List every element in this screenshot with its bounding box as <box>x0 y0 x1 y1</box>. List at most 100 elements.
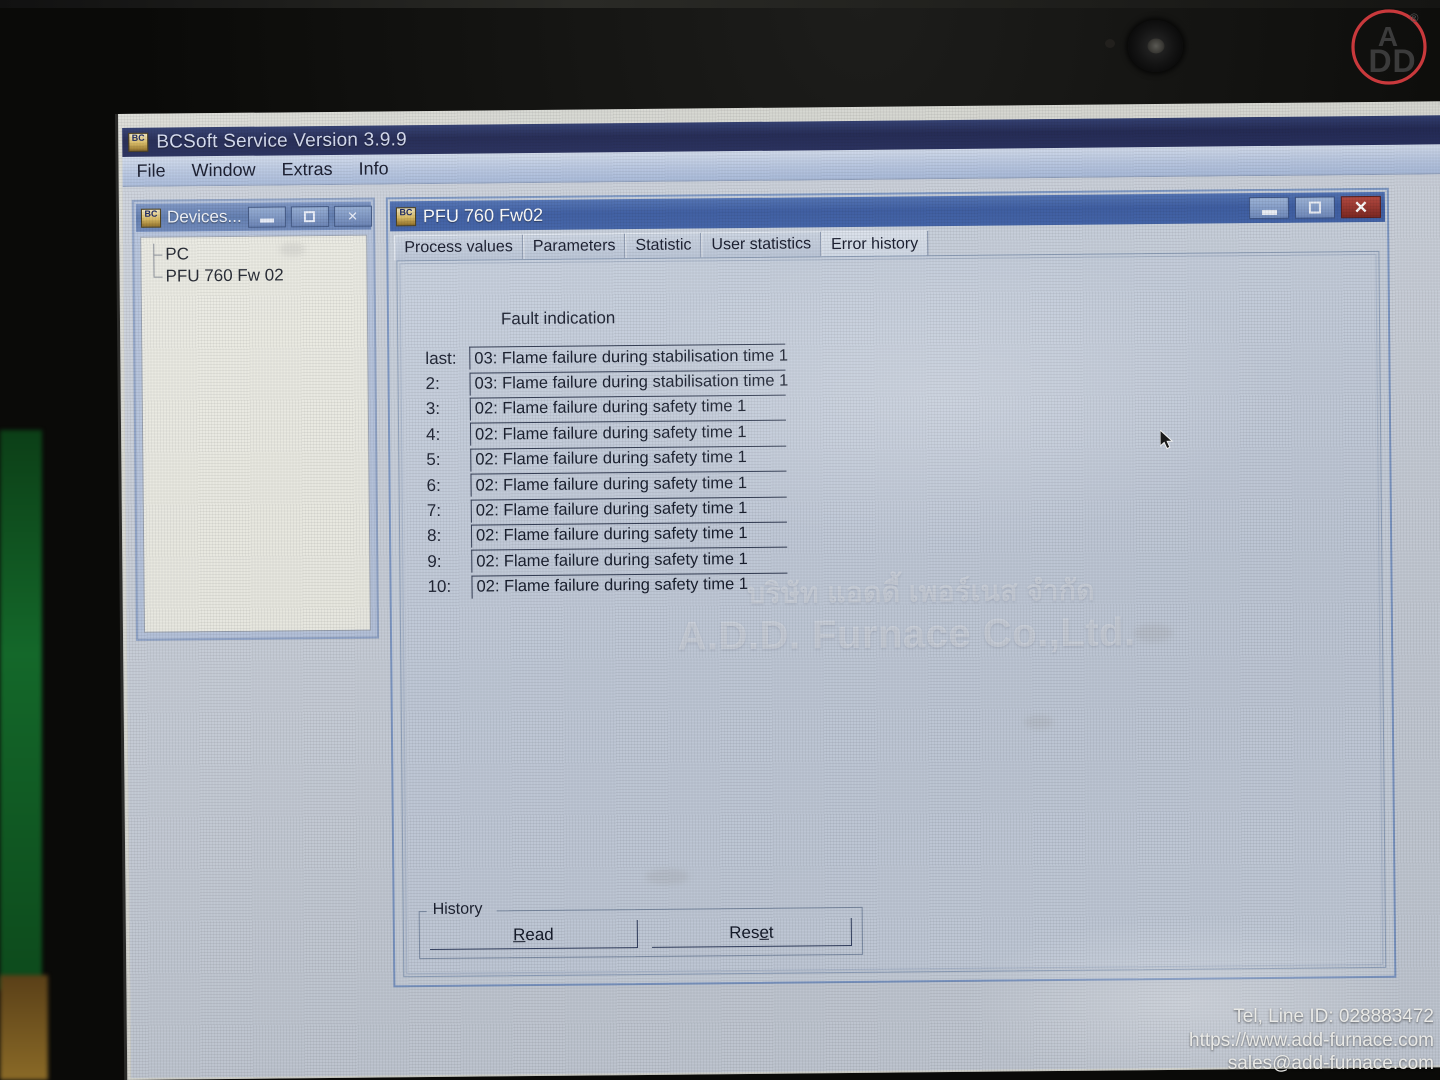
maximize-button[interactable] <box>1294 196 1336 219</box>
error-text-field[interactable]: 02: Flame failure during safety time 1 <box>470 470 787 497</box>
reset-button-label-suffix: t <box>768 922 774 942</box>
error-history-inner-frame: Fault indication last: 03: Flame failure… <box>399 253 1384 975</box>
pfu-window-title: PFU 760 Fw02 <box>422 204 544 226</box>
devices-window-title: Devices... <box>166 206 242 227</box>
application-title: BCSoft Service Version 3.9.9 <box>156 128 407 153</box>
pfu-titlebar[interactable]: BC PFU 760 Fw02 ✕ <box>389 191 1386 232</box>
contact-email: sales@add-furnace.com <box>1227 1053 1434 1075</box>
add-logo: A D D ® <box>1346 2 1432 88</box>
close-button[interactable]: ✕ <box>333 205 372 227</box>
error-text-field[interactable]: 02: Flame failure during safety time 1 <box>470 496 787 523</box>
table-row: 5: 02: Flame failure during safety time … <box>414 444 787 473</box>
watermark-line-thai: บริษัท แอดดี้ เพอร์เนส จำกัด <box>747 574 1096 609</box>
bcsoft-icon: BC <box>128 132 149 152</box>
webcam-led-icon <box>1105 39 1115 48</box>
contact-website: https://www.add-furnace.com <box>1189 1029 1434 1051</box>
fault-indication-label: Fault indication <box>500 308 616 329</box>
close-icon: ✕ <box>1353 197 1369 217</box>
contact-phone: Tel, Line ID: 028883472 <box>1233 1006 1434 1028</box>
tree-item-pfu-760-fw-02[interactable]: PFU 760 Fw 02 <box>151 255 366 288</box>
read-button[interactable]: Read <box>429 920 639 951</box>
close-button[interactable]: ✕ <box>1340 195 1382 219</box>
error-history-list: last: 03: Flame failure during stabilisa… <box>413 343 788 600</box>
bezel-top-edge <box>0 0 1440 8</box>
error-index-label: 6: <box>426 475 441 495</box>
minimize-icon <box>259 218 274 223</box>
table-row: 3: 02: Flame failure during safety time … <box>414 393 786 422</box>
bcsoft-icon: BC <box>395 206 417 226</box>
watermark-line-english: A.D.D. Furnace Co.,Ltd. <box>677 610 1136 659</box>
contact-overlay: Tel, Line ID: 028883472 https://www.add-… <box>1189 1005 1434 1076</box>
error-text-field[interactable]: 02: Flame failure during safety time 1 <box>471 546 788 573</box>
tab-statistic[interactable]: Statistic <box>625 232 702 259</box>
mouse-cursor <box>1159 428 1176 452</box>
bcsoft-icon: BC <box>140 208 162 228</box>
maximize-icon <box>304 210 316 222</box>
error-index-label: 2: <box>425 374 440 394</box>
menu-item-file[interactable]: File <box>136 161 165 182</box>
tab-user-statistics[interactable]: User statistics <box>701 231 822 258</box>
error-text-field[interactable]: 03: Flame failure during stabilisation t… <box>469 343 788 370</box>
application-window: BC BCSoft Service Version 3.9.9 File Win… <box>122 115 1440 1078</box>
tree-elbow-icon <box>151 255 165 288</box>
reset-button[interactable]: Reset <box>651 917 853 948</box>
menu-item-extras[interactable]: Extras <box>281 159 332 180</box>
error-index-label: 7: <box>426 500 442 521</box>
error-text-field[interactable]: 02: Flame failure during safety time 1 <box>469 419 787 446</box>
tree-item-label: PC <box>165 244 190 264</box>
minimize-button[interactable] <box>1248 196 1290 220</box>
table-row: 8: 02: Flame failure during safety time … <box>415 520 788 549</box>
error-text-field[interactable]: 02: Flame failure during safety time 1 <box>470 445 787 472</box>
mdi-client-area: BC Devices... ✕ PC PFU 760 Fw 02 BC PFU … <box>122 174 1440 1078</box>
error-text-field[interactable]: 03: Flame failure during stabilisation t… <box>469 369 788 396</box>
error-index-label: 8: <box>426 526 442 546</box>
menu-item-info[interactable]: Info <box>359 158 389 179</box>
menu-item-window[interactable]: Window <box>191 160 255 182</box>
pfu-device-window: BC PFU 760 Fw02 ✕ Process values Paramet… <box>385 187 1397 988</box>
table-row: 9: 02: Flame failure during safety time … <box>415 546 788 575</box>
webcam-icon <box>1128 20 1183 72</box>
table-row: 7: 02: Flame failure during safety time … <box>415 495 787 524</box>
error-history-panel: Fault indication last: 03: Flame failure… <box>396 250 1387 978</box>
devices-tree-panel[interactable]: PC PFU 760 Fw 02 <box>140 234 371 633</box>
devices-titlebar[interactable]: BC Devices... ✕ <box>135 201 372 232</box>
error-index-label: 10: <box>427 577 452 597</box>
history-group-label: History <box>432 900 483 919</box>
error-index-label: 5: <box>426 450 441 470</box>
laptop-screen: BC BCSoft Service Version 3.9.9 File Win… <box>118 101 1440 1080</box>
table-row: 6: 02: Flame failure during safety time … <box>414 470 787 499</box>
reset-accel-char: e <box>759 922 769 942</box>
table-row: last: 03: Flame failure during stabilisa… <box>413 343 788 372</box>
svg-text:D: D <box>1392 43 1415 79</box>
tree-item-label: PFU 760 Fw 02 <box>165 265 284 286</box>
minimize-icon <box>1261 209 1277 215</box>
tab-process-values[interactable]: Process values <box>394 234 523 261</box>
maximize-icon <box>1308 201 1322 214</box>
history-group-box: History Read Reset <box>418 901 864 960</box>
table-row: 10: 02: Flame failure during safety time… <box>415 571 788 600</box>
error-index-label: last: <box>425 348 457 368</box>
error-text-field[interactable]: 02: Flame failure during safety time 1 <box>469 394 786 421</box>
error-index-label: 9: <box>427 551 442 571</box>
tab-error-history[interactable]: Error history <box>820 230 929 259</box>
tree-item-pc[interactable]: PC <box>151 242 366 266</box>
background-wall <box>0 430 42 990</box>
minimize-button[interactable] <box>247 205 286 228</box>
table-row: 4: 02: Flame failure during safety time … <box>414 419 787 448</box>
error-text-field[interactable]: 02: Flame failure during safety time 1 <box>470 521 788 548</box>
close-icon: ✕ <box>347 208 359 224</box>
reset-button-label: Res <box>729 922 760 942</box>
error-index-label: 3: <box>425 399 441 419</box>
registered-mark: ® <box>1410 11 1419 25</box>
pfu-window-controls: ✕ <box>1248 195 1385 220</box>
background-floor <box>0 975 48 1080</box>
tab-parameters[interactable]: Parameters <box>522 233 626 260</box>
read-accel-char: R <box>512 924 526 944</box>
svg-text:D: D <box>1368 43 1391 79</box>
error-index-label: 4: <box>425 424 441 444</box>
devices-window-controls: ✕ <box>247 205 376 228</box>
error-text-field[interactable]: 02: Flame failure during safety time 1 <box>471 572 788 599</box>
maximize-button[interactable] <box>290 205 329 227</box>
table-row: 2: 03: Flame failure during stabilisatio… <box>413 368 788 397</box>
devices-window: BC Devices... ✕ PC PFU 760 Fw 02 <box>131 197 380 641</box>
